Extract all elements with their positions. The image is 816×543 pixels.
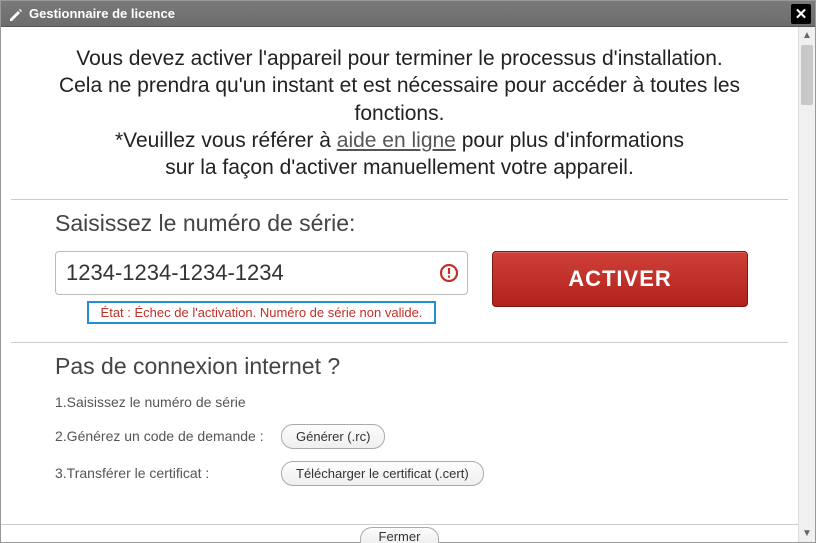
serial-input[interactable]: [55, 251, 468, 295]
app-icon: [7, 6, 23, 22]
intro-line-4: sur la façon d'activer manuellement votr…: [31, 154, 768, 181]
close-icon[interactable]: ✕: [791, 4, 811, 24]
activation-status: État : Échec de l'activation. Numéro de …: [87, 301, 437, 324]
footer: Fermer: [1, 524, 798, 542]
titlebar: Gestionnaire de licence ✕: [1, 1, 815, 27]
close-button[interactable]: Fermer: [360, 527, 440, 543]
generate-rc-button[interactable]: Générer (.rc): [281, 424, 385, 449]
intro-text: Vous devez activer l'appareil pour termi…: [11, 45, 788, 195]
upload-cert-button[interactable]: Télécharger le certificat (.cert): [281, 461, 484, 486]
step-2-label: 2.Générez un code de demande :: [55, 428, 265, 446]
serial-section-title: Saisissez le numéro de série:: [55, 210, 748, 237]
divider: [11, 199, 788, 200]
step-3-label: 3.Transférer le certificat :: [55, 465, 265, 483]
scroll-up-icon[interactable]: ▲: [799, 27, 815, 44]
intro-line-3: *Veuillez vous référer à aide en ligne p…: [31, 127, 768, 154]
error-icon: [440, 264, 458, 282]
content-area: Vous devez activer l'appareil pour termi…: [1, 27, 798, 542]
vertical-scrollbar[interactable]: ▲ ▼: [798, 27, 815, 542]
online-help-link[interactable]: aide en ligne: [337, 129, 456, 152]
offline-section-title: Pas de connexion internet ?: [55, 353, 748, 380]
scroll-thumb[interactable]: [801, 45, 813, 105]
window-title: Gestionnaire de licence: [29, 6, 791, 21]
license-manager-window: Gestionnaire de licence ✕ Vous devez act…: [0, 0, 816, 543]
intro-line-1: Vous devez activer l'appareil pour termi…: [31, 45, 768, 72]
divider: [11, 342, 788, 343]
scroll-down-icon[interactable]: ▼: [799, 525, 815, 542]
intro-line-2: Cela ne prendra qu'un instant et est néc…: [31, 72, 768, 127]
step-1-label: 1.Saisissez le numéro de série: [55, 394, 265, 412]
activate-button[interactable]: ACTIVER: [492, 251, 748, 307]
